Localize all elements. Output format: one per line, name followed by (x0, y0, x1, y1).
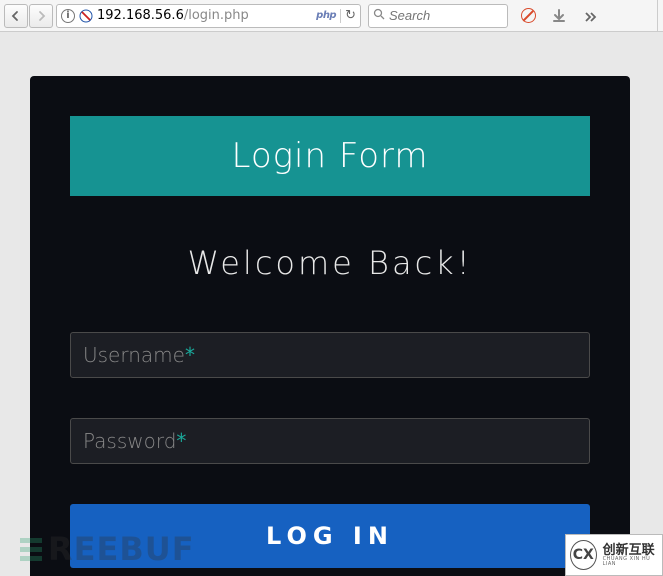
search-input[interactable] (389, 8, 567, 23)
overflow-menu-icon[interactable] (579, 5, 601, 27)
login-card: Login Form Welcome Back! Username * Pass… (30, 76, 630, 576)
site-info-icon[interactable]: i (61, 9, 75, 23)
downloads-icon[interactable] (548, 5, 570, 27)
watermark-cx: CX 创新互联 CHUANG XIN HU LIAN (565, 534, 663, 576)
password-label: Password (83, 429, 176, 453)
watermark-freebuf: REEBUF (20, 530, 195, 568)
username-label: Username (83, 343, 185, 367)
required-mark: * (176, 429, 186, 453)
reload-icon[interactable]: ↻ (345, 8, 356, 23)
cx-logo-icon: CX (570, 540, 597, 570)
browser-toolbar: i 192.168.56.6/login.php php ↻ (0, 0, 663, 32)
url-bar[interactable]: i 192.168.56.6/login.php php ↻ (56, 4, 361, 28)
back-button[interactable] (4, 4, 28, 28)
arrow-right-icon (35, 10, 47, 22)
password-field[interactable]: Password * (70, 418, 590, 464)
noscript-icon[interactable] (79, 9, 93, 23)
php-badge-icon: php (316, 10, 336, 21)
watermark-py: CHUANG XIN HU LIAN (603, 557, 658, 567)
arrow-left-icon (10, 10, 22, 22)
login-header: Login Form (70, 116, 590, 196)
search-icon (373, 8, 385, 24)
divider (340, 9, 341, 23)
required-mark: * (185, 343, 195, 367)
forward-button[interactable] (29, 4, 53, 28)
url-text: 192.168.56.6/login.php (97, 8, 312, 23)
adblock-icon[interactable] (517, 5, 539, 27)
watermark-text: REEBUF (48, 530, 195, 568)
username-field[interactable]: Username * (70, 332, 590, 378)
freebuf-logo-icon (20, 538, 42, 561)
page-viewport: Login Form Welcome Back! Username * Pass… (0, 32, 663, 576)
watermark-cn: 创新互联 (603, 544, 658, 557)
welcome-heading: Welcome Back! (70, 244, 590, 282)
hamburger-menu-icon[interactable] (657, 0, 663, 32)
search-bar[interactable] (368, 4, 508, 28)
